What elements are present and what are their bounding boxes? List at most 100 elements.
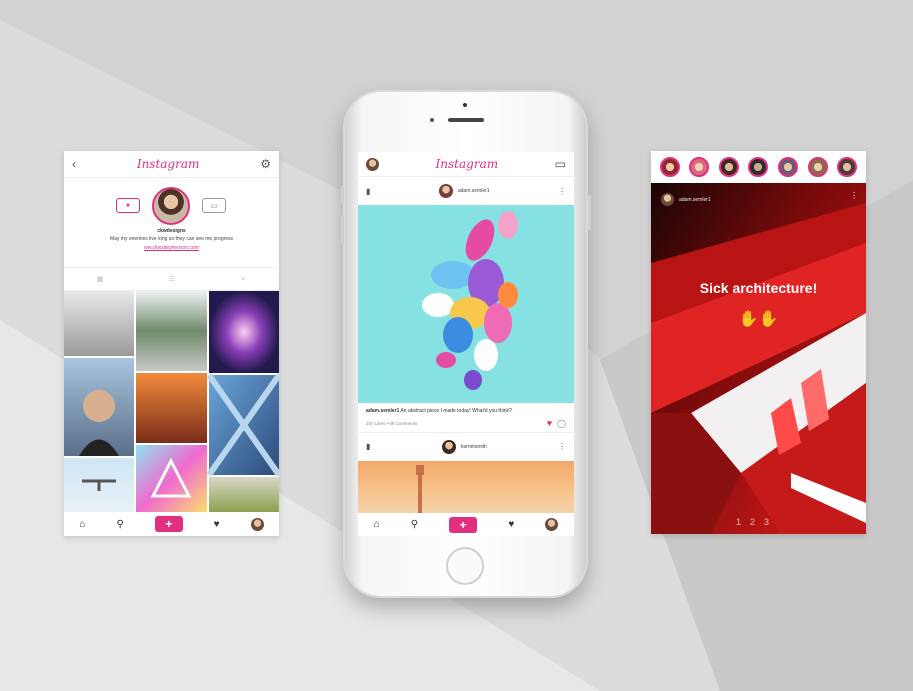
search-icon[interactable]: ⚲: [411, 519, 418, 530]
comments-count[interactable]: 69 Comments: [389, 421, 417, 426]
profile-tabs: ▦ ☰ ▪: [64, 268, 279, 291]
story-screen: adam.semler1 ⋮ Sick architecture! ✋✋ 1 2…: [651, 151, 866, 534]
more-icon[interactable]: ⋮: [558, 442, 566, 451]
story-avatar[interactable]: [659, 157, 680, 177]
page-indicator[interactable]: 2: [750, 517, 755, 527]
tab-tagged[interactable]: ▪: [207, 268, 279, 290]
story-avatar[interactable]: [837, 157, 858, 177]
avatar[interactable]: [366, 157, 379, 171]
story-caption: Sick architecture!: [699, 280, 818, 296]
photo-prism[interactable]: [136, 445, 207, 513]
volume-up-button: [341, 215, 344, 245]
raised-hands-icon: ✋✋: [738, 311, 779, 328]
post-username: adam.semler1: [457, 188, 490, 194]
avatar: [438, 184, 453, 198]
story-pagination: 1 2 3: [736, 517, 769, 527]
post-actions: ♥ ◯: [547, 418, 566, 428]
home-icon[interactable]: ⌂: [374, 519, 380, 530]
home-button[interactable]: [446, 547, 484, 585]
story-avatar[interactable]: [689, 157, 710, 177]
post-image-2[interactable]: [358, 461, 574, 513]
avatar: [441, 439, 456, 454]
likes-count[interactable]: 257 Likes: [366, 421, 385, 426]
inbox-icon: ▭: [210, 202, 218, 210]
heart-icon[interactable]: ♥: [547, 418, 552, 428]
more-icon[interactable]: ⋮: [850, 191, 858, 200]
post-author[interactable]: adam.semler1: [438, 184, 490, 198]
feed-screen: Instagram ▭ ▮ adam.semler1 ⋮ adam.semler…: [358, 152, 574, 536]
avatar: [661, 193, 674, 206]
post-header: ▮ adam.semler1 ⋮: [358, 177, 574, 205]
profile-bio: May my enemies live long so they can see…: [109, 236, 234, 242]
message-button[interactable]: ▭: [202, 198, 226, 213]
grid-icon: ▦: [96, 276, 104, 283]
comment-icon[interactable]: ◯: [557, 419, 566, 428]
stories-bar: [651, 151, 866, 183]
photo-flowers[interactable]: [209, 477, 279, 513]
avatar[interactable]: [152, 187, 190, 225]
home-icon[interactable]: ⌂: [79, 519, 85, 530]
feed-top-bar: Instagram ▭: [358, 152, 574, 177]
photo-grid: [64, 291, 279, 513]
avatar[interactable]: [545, 518, 559, 531]
followers-button[interactable]: ●: [116, 198, 140, 213]
story-avatar[interactable]: [778, 157, 799, 177]
photo-mountain-road[interactable]: [136, 291, 207, 371]
photo-concert[interactable]: [209, 291, 279, 373]
page-indicator[interactable]: 3: [764, 517, 769, 527]
separator-dot: •: [386, 420, 389, 426]
profile-header: ● ▭ ckwdesigns May my enemies live long …: [64, 178, 279, 268]
tab-list[interactable]: ☰: [136, 268, 208, 290]
front-camera: [463, 103, 467, 107]
profile-link[interactable]: ww.ckwsitephenson.com: [64, 245, 279, 251]
app-title: Instagram: [136, 157, 200, 171]
power-button: [588, 195, 591, 231]
tag-icon: ▪: [241, 275, 245, 283]
list-icon: ☰: [168, 276, 175, 283]
story-username: adam.semler1: [679, 196, 711, 203]
heart-icon[interactable]: ♥: [508, 519, 514, 530]
bottom-nav: ⌂ ⚲ + ♥: [358, 513, 574, 536]
photo-sunset-friends[interactable]: [136, 373, 207, 443]
more-icon[interactable]: ⋮: [558, 187, 566, 196]
story-avatar[interactable]: [748, 157, 769, 177]
tab-grid[interactable]: ▦: [64, 268, 136, 290]
abstract-art: [358, 205, 574, 403]
story-avatar[interactable]: [807, 157, 828, 177]
inbox-icon[interactable]: ▭: [555, 157, 566, 171]
mute-switch: [341, 185, 344, 203]
profile-screen: ‹ Instagram ⚙ ● ▭ ckwdesigns May my enem…: [64, 151, 279, 536]
bookmark-icon[interactable]: ▮: [366, 187, 370, 196]
search-icon[interactable]: ⚲: [116, 519, 123, 530]
caption-username[interactable]: adam.semler1: [366, 408, 399, 414]
story-architecture-image: [651, 183, 866, 534]
bookmark-icon[interactable]: ▮: [366, 442, 370, 451]
avatar[interactable]: [250, 517, 264, 531]
photo-grid-images: [64, 291, 279, 513]
tower-silhouette: [416, 465, 424, 513]
sensor: [430, 118, 434, 122]
post-image[interactable]: [358, 205, 574, 403]
post-author-2[interactable]: harrietsmith: [441, 439, 487, 454]
bottom-nav: ⌂ ⚲ + ♥: [64, 512, 279, 536]
earpiece: [448, 118, 484, 122]
story-content[interactable]: adam.semler1 ⋮ Sick architecture! ✋✋ 1 2…: [651, 183, 866, 534]
add-post-button[interactable]: +: [154, 516, 183, 532]
chevron-left-icon[interactable]: ‹: [72, 157, 76, 171]
page-indicator[interactable]: 1: [736, 517, 741, 527]
story-author[interactable]: adam.semler1: [661, 193, 711, 206]
post-stats: 257 Likes • 69 Comments: [366, 421, 417, 426]
photo-camera-tripod[interactable]: [64, 291, 134, 356]
post-caption: adam.semler1 An abstract piece I made to…: [358, 403, 574, 414]
story-avatar[interactable]: [718, 157, 739, 177]
heart-icon[interactable]: ♥: [214, 519, 220, 530]
people-icon: ●: [125, 202, 131, 209]
post-username-2: harrietsmith: [460, 443, 487, 450]
caption-text: An abstract piece I made today! What'd y…: [399, 408, 512, 414]
gear-icon[interactable]: ⚙: [260, 157, 271, 171]
profile-username: ckwdesigns: [157, 228, 186, 234]
post-header-2: ▮ harrietsmith ⋮: [358, 432, 574, 460]
post-meta: 257 Likes • 69 Comments ♥ ◯: [358, 414, 574, 432]
profile-top-bar: ‹ Instagram ⚙: [64, 151, 279, 178]
add-post-button[interactable]: +: [449, 516, 478, 533]
